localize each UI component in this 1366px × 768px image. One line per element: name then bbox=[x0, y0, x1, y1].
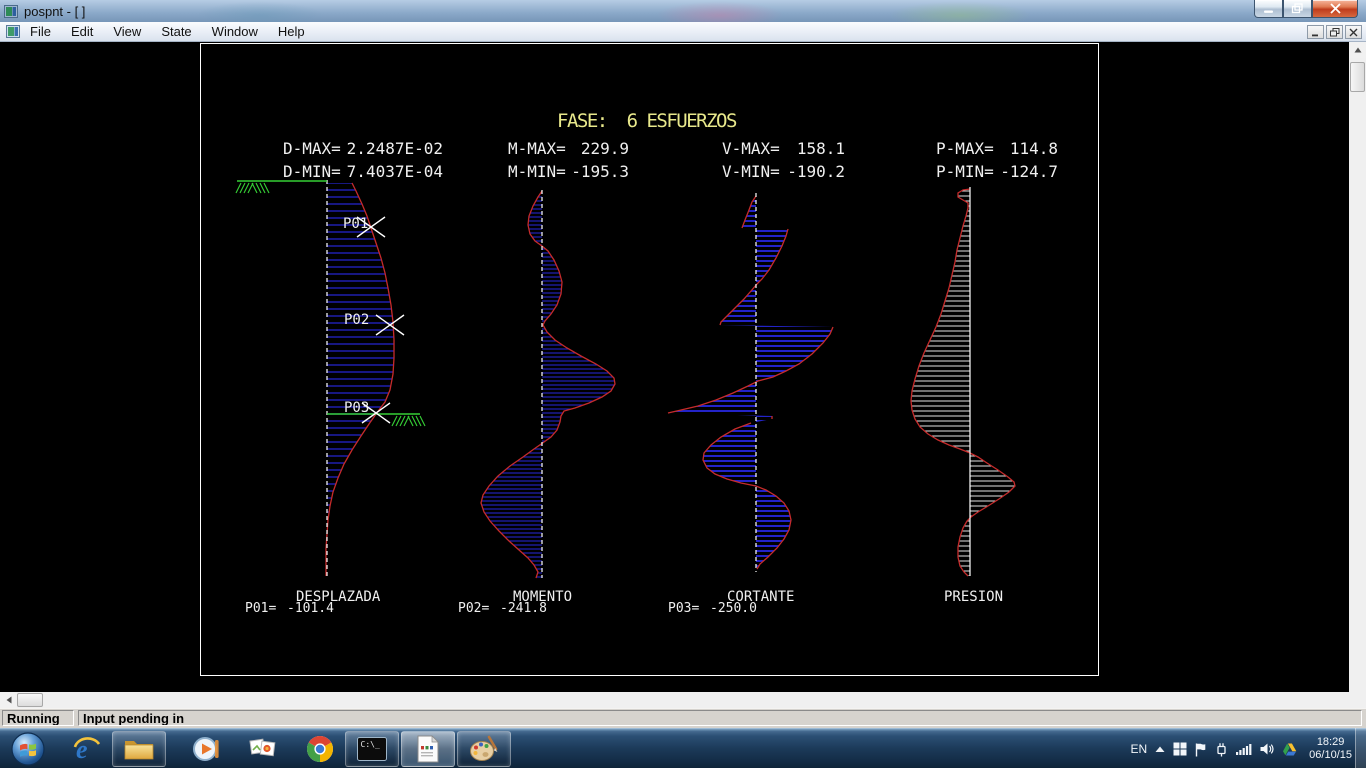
d-min-label: D-MIN= bbox=[283, 162, 341, 181]
p-min-value: -124.7 bbox=[1000, 162, 1058, 181]
p02-marker-label: P02 bbox=[344, 312, 369, 328]
language-indicator[interactable]: EN bbox=[1131, 742, 1148, 756]
window-minimize-button[interactable] bbox=[1254, 0, 1283, 18]
hidden-icons-button[interactable] bbox=[1155, 746, 1165, 753]
volume-icon[interactable] bbox=[1260, 743, 1274, 755]
taskbar-photo-viewer[interactable] bbox=[238, 731, 288, 767]
menu-help[interactable]: Help bbox=[268, 23, 315, 40]
p-max-label: P-MAX= bbox=[936, 139, 994, 158]
p02-result-value: -241.8 bbox=[500, 601, 547, 616]
vertical-scroll-thumb[interactable] bbox=[1350, 62, 1365, 92]
status-message: Input pending in bbox=[78, 710, 1362, 726]
command-prompt-icon: C:\_ bbox=[357, 737, 387, 761]
client-area: P01 P02 P03 FASE: 6 ESFUERZOS D-MAX= 2.248… bbox=[0, 42, 1349, 692]
p02-result-label: P02= bbox=[458, 601, 489, 616]
m-max-label: M-MAX= bbox=[508, 139, 566, 158]
v-min-value: -190.2 bbox=[787, 162, 845, 181]
menu-window[interactable]: Window bbox=[202, 23, 268, 40]
presion-title: PRESION bbox=[944, 589, 1003, 605]
app-icon bbox=[4, 4, 18, 18]
menu-file[interactable]: File bbox=[20, 23, 61, 40]
desktop-screen: pospnt - [ ] File Edit View State Window… bbox=[0, 0, 1366, 768]
clock-time: 18:29 bbox=[1316, 736, 1345, 748]
chrome-icon bbox=[306, 735, 334, 762]
taskbar-chrome[interactable] bbox=[295, 731, 345, 767]
child-close-button[interactable] bbox=[1345, 25, 1362, 39]
power-plug-icon[interactable] bbox=[1215, 742, 1228, 757]
start-button[interactable] bbox=[8, 730, 48, 768]
d-min-value: 7.4037E-04 bbox=[347, 162, 443, 181]
v-min-label: V-MIN= bbox=[722, 162, 780, 181]
plot-title: FASE: 6 ESFUERZOS bbox=[557, 110, 737, 132]
desplazada-region bbox=[326, 183, 394, 576]
caption-buttons bbox=[1254, 0, 1358, 18]
p01-result-value: -101.4 bbox=[287, 601, 334, 616]
m-min-value: -195.3 bbox=[571, 162, 629, 181]
titlebar: pospnt - [ ] bbox=[0, 0, 1366, 22]
clock[interactable]: 18:29 06/10/15 bbox=[1309, 736, 1352, 762]
menu-state[interactable]: State bbox=[151, 23, 201, 40]
v-max-label: V-MAX= bbox=[722, 139, 780, 158]
d-max-value: 2.2487E-02 bbox=[347, 139, 443, 158]
p01-result-label: P01= bbox=[245, 601, 276, 616]
vertical-scrollbar[interactable] bbox=[1349, 42, 1366, 692]
p03-result-label: P03= bbox=[668, 601, 699, 616]
horizontal-scrollbar[interactable] bbox=[0, 692, 1366, 708]
windows-orb-icon bbox=[11, 732, 45, 766]
system-tray: EN 18:29 06/10/15 bbox=[1131, 729, 1353, 768]
taskbar-windows-explorer[interactable] bbox=[112, 731, 166, 767]
cortante-region bbox=[668, 196, 833, 569]
taskbar-pospnt-document[interactable] bbox=[401, 731, 455, 767]
media-player-icon bbox=[193, 737, 219, 761]
child-caption-buttons bbox=[1307, 25, 1362, 39]
child-window-icon[interactable] bbox=[6, 25, 20, 38]
taskbar: e C:\_ EN 18:29 06/10/15 bbox=[0, 728, 1366, 768]
document-icon bbox=[417, 735, 439, 763]
diagram-graphics: P01 P02 P03 bbox=[235, 180, 1016, 579]
child-minimize-button[interactable] bbox=[1307, 25, 1324, 39]
scroll-up-button[interactable] bbox=[1349, 42, 1366, 58]
network-signal-icon[interactable] bbox=[1236, 743, 1252, 755]
svg-text:C:\_: C:\_ bbox=[361, 740, 380, 749]
clock-date: 06/10/15 bbox=[1309, 749, 1352, 761]
momento-region bbox=[481, 191, 615, 578]
status-state: Running bbox=[2, 710, 74, 726]
action-center-flag-icon[interactable] bbox=[1195, 742, 1207, 757]
folder-icon bbox=[124, 741, 154, 760]
p03-result-value: -250.0 bbox=[710, 601, 757, 616]
paint-icon bbox=[470, 735, 498, 761]
plot-area: P01 P02 P03 FASE: 6 ESFUERZOS D-MAX= 2.248… bbox=[200, 43, 1099, 676]
photo-viewer-icon bbox=[249, 738, 276, 757]
scroll-left-button[interactable] bbox=[0, 692, 17, 708]
cortante-curve bbox=[667, 195, 834, 570]
window-title: pospnt - [ ] bbox=[24, 3, 86, 19]
v-max-value: 158.1 bbox=[797, 139, 845, 158]
horizontal-scroll-thumb[interactable] bbox=[17, 693, 43, 707]
m-min-label: M-MIN= bbox=[508, 162, 566, 181]
m-max-value: 229.9 bbox=[581, 139, 629, 158]
taskbar-internet-explorer[interactable]: e bbox=[62, 731, 112, 767]
google-drive-icon[interactable] bbox=[1282, 743, 1297, 756]
taskbar-paint[interactable] bbox=[457, 731, 511, 767]
presion-region bbox=[911, 189, 1015, 576]
child-restore-button[interactable] bbox=[1326, 25, 1343, 39]
p01-marker-label: P01 bbox=[343, 216, 368, 232]
menu-edit[interactable]: Edit bbox=[61, 23, 103, 40]
window-restore-button[interactable] bbox=[1283, 0, 1312, 18]
taskbar-media-player[interactable] bbox=[181, 731, 231, 767]
taskbar-command-prompt[interactable]: C:\_ bbox=[345, 731, 399, 767]
p03-marker-label: P03 bbox=[344, 400, 369, 416]
p-max-value: 114.8 bbox=[1010, 139, 1058, 158]
menu-view[interactable]: View bbox=[103, 23, 151, 40]
d-max-label: D-MAX= bbox=[283, 139, 341, 158]
show-desktop-button[interactable] bbox=[1355, 728, 1366, 768]
menubar: File Edit View State Window Help bbox=[0, 22, 1366, 42]
internet-explorer-icon: e bbox=[73, 735, 101, 763]
statusbar: Running Input pending in bbox=[0, 708, 1366, 728]
p-min-label: P-MIN= bbox=[936, 162, 994, 181]
window-close-button[interactable] bbox=[1312, 0, 1358, 18]
windows-panes-icon[interactable] bbox=[1173, 742, 1187, 756]
